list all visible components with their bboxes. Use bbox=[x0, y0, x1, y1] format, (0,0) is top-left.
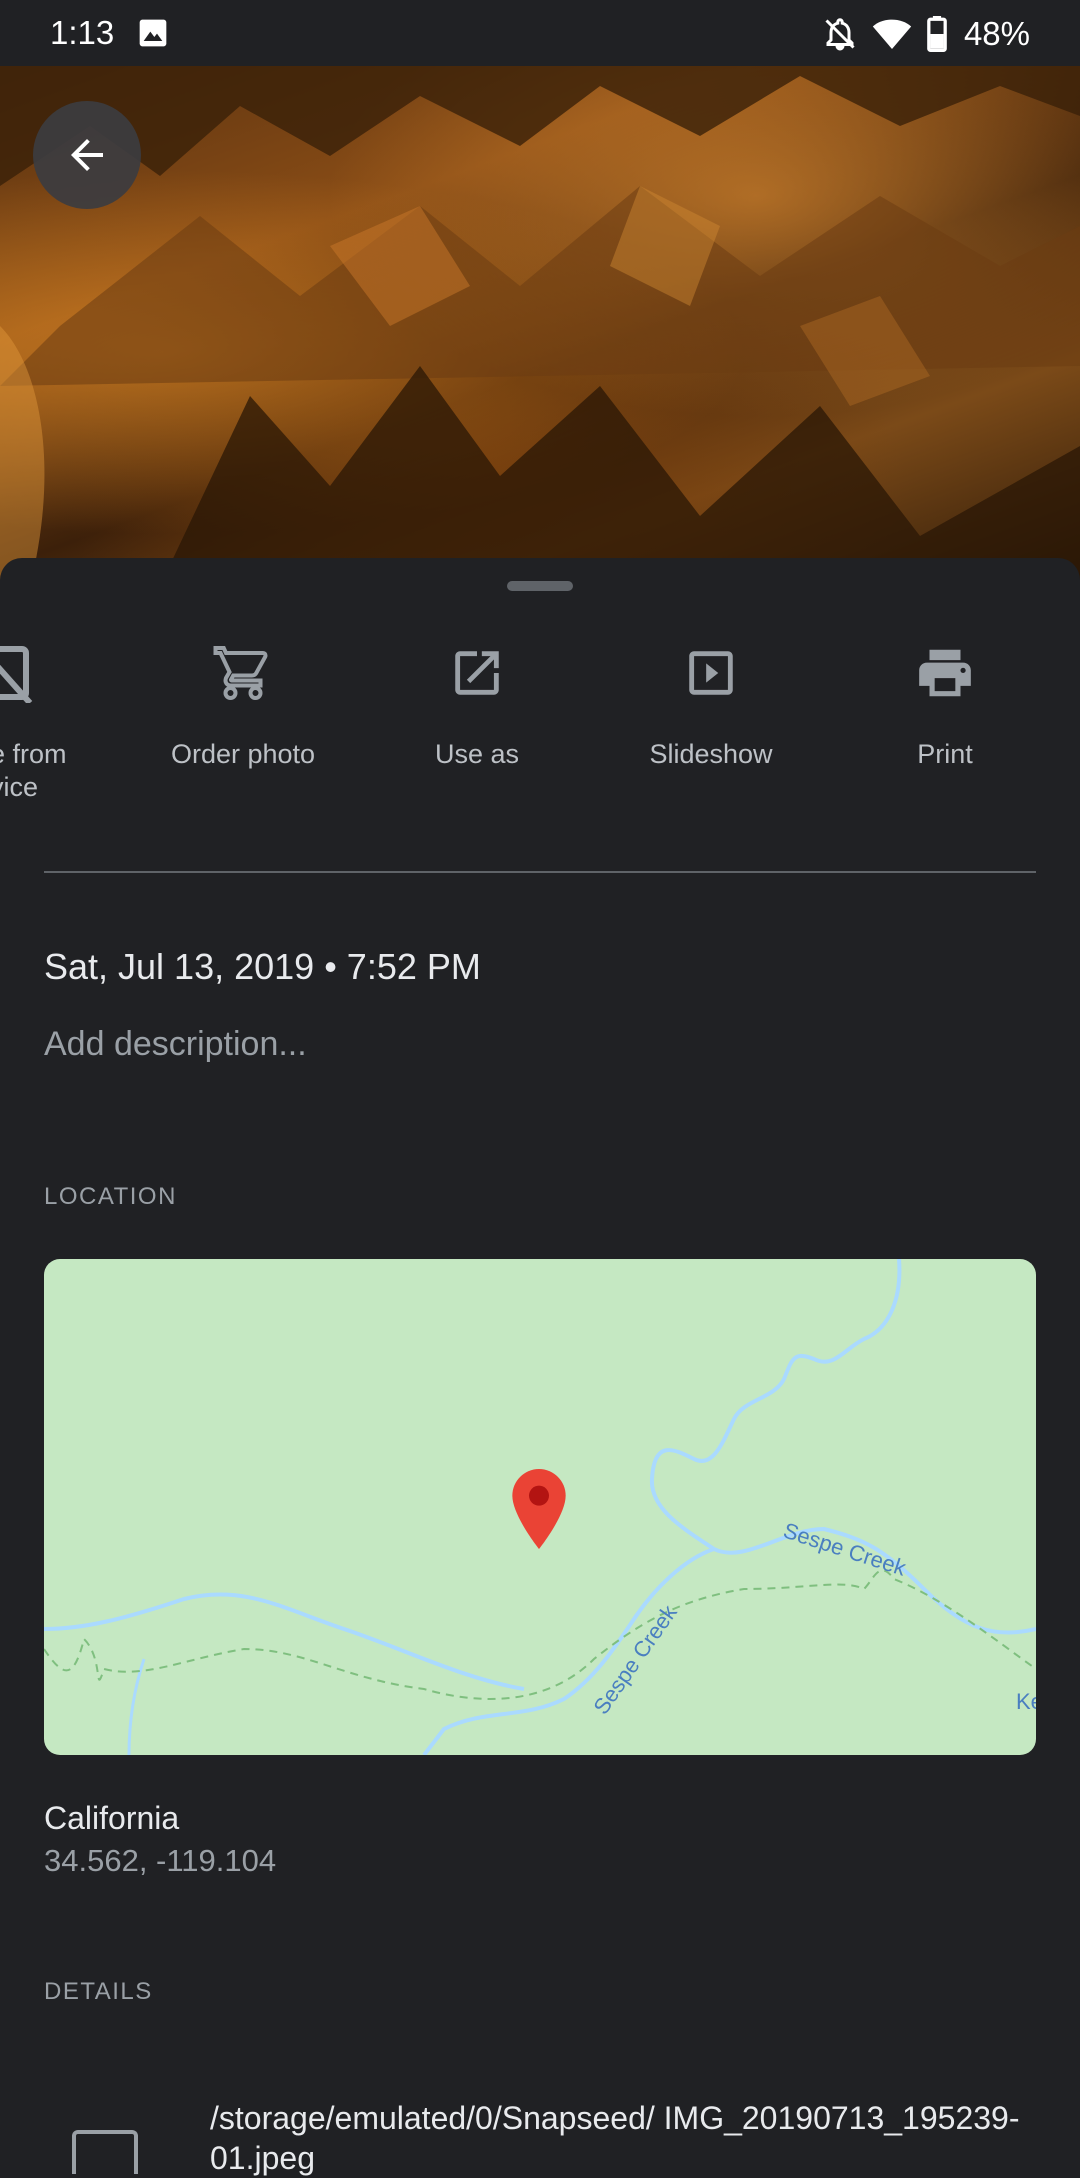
back-button[interactable] bbox=[33, 101, 141, 209]
action-print[interactable]: Print bbox=[835, 638, 1055, 771]
photo-preview[interactable] bbox=[0, 66, 1080, 586]
action-order-photo[interactable]: Order photo bbox=[133, 638, 353, 771]
place-name: California bbox=[44, 1800, 180, 1836]
location-map[interactable]: Sespe Creek Sespe Creek Ke bbox=[44, 1259, 1036, 1755]
arrow-back-icon bbox=[71, 139, 103, 171]
action-use-as[interactable]: Use as bbox=[367, 638, 587, 771]
gallery-icon bbox=[139, 19, 167, 47]
map-pin-icon bbox=[512, 1469, 566, 1549]
action-label: Slideshow bbox=[649, 739, 773, 769]
map-label-ke: Ke bbox=[1016, 1689, 1036, 1714]
slideshow-icon bbox=[601, 638, 821, 708]
action-label: e fromvice bbox=[0, 739, 67, 802]
photo-datetime: Sat, Jul 13, 2019 • 7:52 PM bbox=[44, 946, 481, 987]
status-time: 1:13 bbox=[50, 14, 115, 51]
info-sheet: e fromvice Order photo Use as Slideshow bbox=[0, 558, 1080, 2176]
open-in-new-icon bbox=[367, 638, 587, 708]
notifications-off-icon bbox=[825, 18, 855, 51]
action-delete-from-device[interactable]: e fromvice bbox=[0, 638, 110, 804]
status-icons: 48% bbox=[822, 12, 1030, 56]
action-label: Use as bbox=[434, 739, 520, 769]
action-label: Print bbox=[917, 739, 973, 769]
status-bar: 1:13 48% bbox=[0, 0, 1080, 66]
divider bbox=[44, 871, 1036, 873]
file-icon bbox=[72, 2130, 138, 2174]
cart-icon bbox=[133, 638, 353, 708]
drag-handle[interactable] bbox=[507, 581, 573, 591]
add-description-field[interactable]: Add description... bbox=[44, 1025, 307, 1064]
print-icon bbox=[835, 638, 1055, 708]
mountain-image bbox=[0, 66, 1080, 586]
file-path: /storage/emulated/0/Snapseed/ IMG_201907… bbox=[210, 2100, 1020, 2176]
action-slideshow[interactable]: Slideshow bbox=[601, 638, 821, 771]
battery-percent: 48% bbox=[963, 15, 1030, 52]
location-header: LOCATION bbox=[44, 1183, 177, 1210]
action-label: Order photo bbox=[170, 739, 316, 769]
wifi-icon bbox=[872, 19, 912, 49]
device-off-icon bbox=[0, 638, 110, 708]
details-header: DETAILS bbox=[44, 1978, 153, 2005]
battery-icon bbox=[927, 16, 947, 52]
coordinates: 34.562, -119.104 bbox=[44, 1843, 277, 1878]
